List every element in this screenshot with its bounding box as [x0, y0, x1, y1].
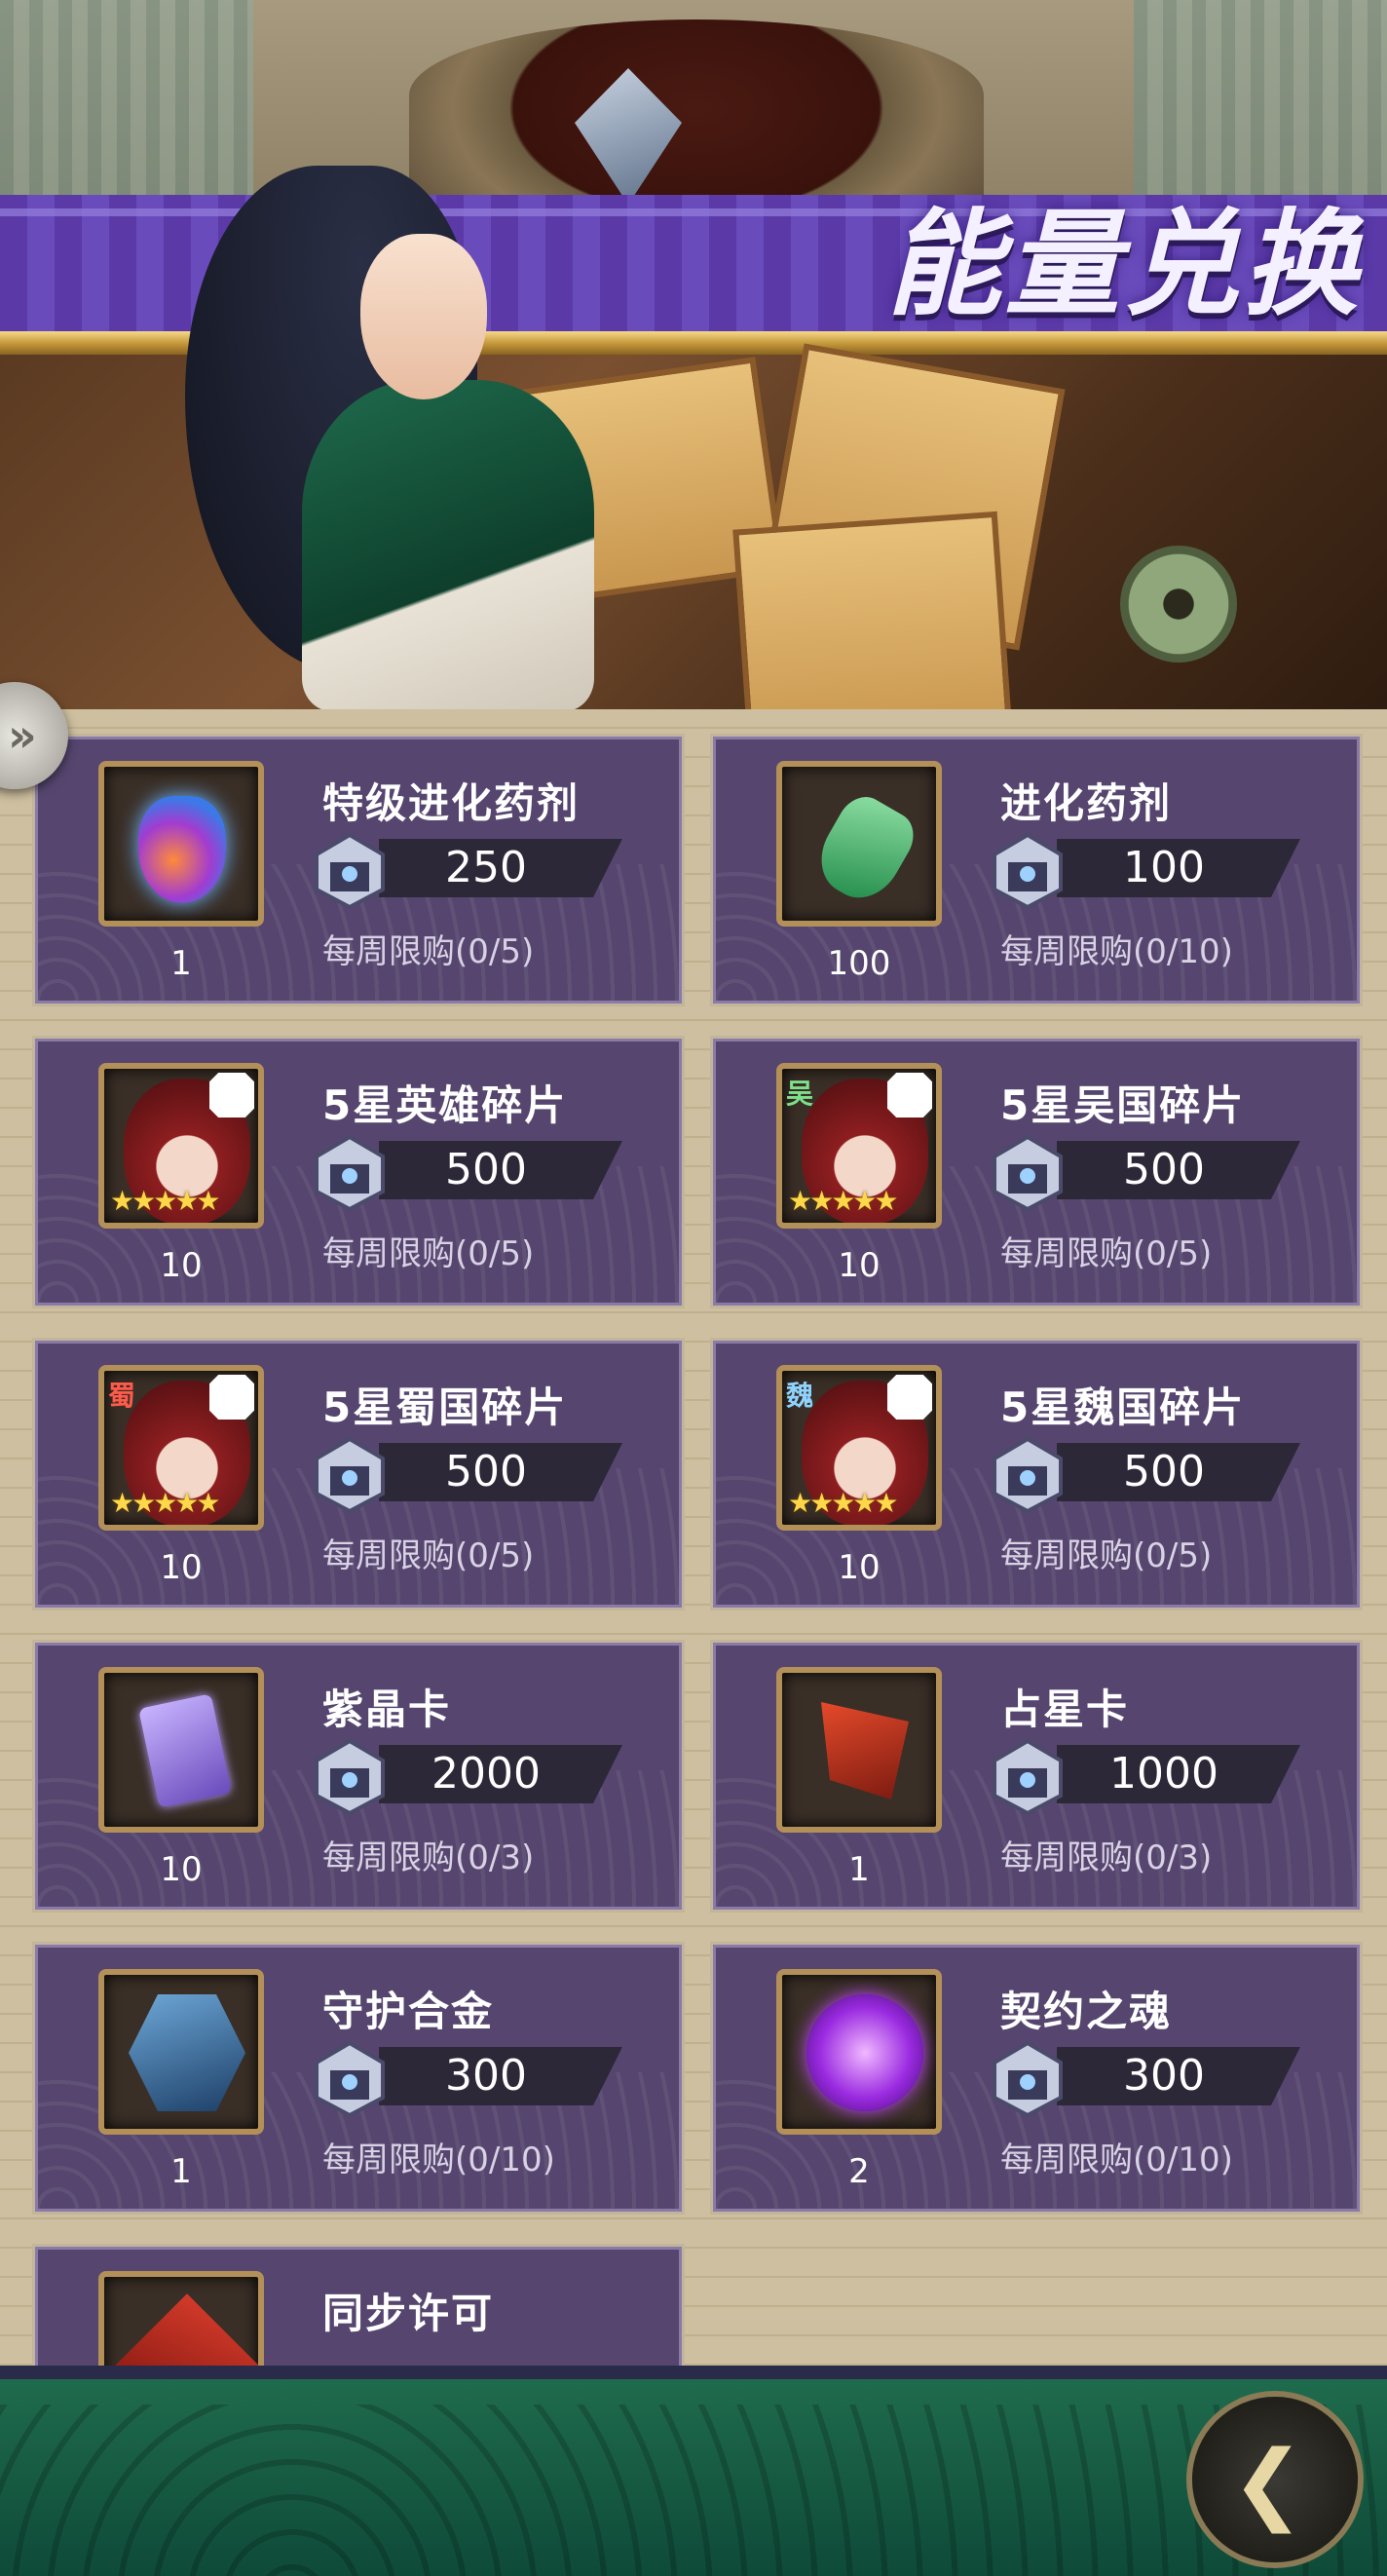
- weekly-limit: 每周限购(0/10): [1000, 2140, 1233, 2179]
- exchange-item-card[interactable]: 10 紫晶卡 2000 每周限购(0/3): [35, 1643, 682, 1910]
- evolution-potion-icon[interactable]: [776, 761, 942, 927]
- back-chevron-icon: ❮: [1231, 2432, 1305, 2534]
- item-name: 紫晶卡: [322, 1686, 452, 1733]
- exchange-item-card[interactable]: ★★★★★ 10 5星英雄碎片 500 每周限购(0/5): [35, 1039, 682, 1306]
- energy-chest-icon: [303, 1127, 396, 1213]
- weekly-limit: 每周限购(0/5): [1000, 1536, 1213, 1575]
- energy-chest-icon: [981, 1429, 1074, 1515]
- exchange-item-card[interactable]: 魏 ★★★★★ 10 5星魏国碎片 500 每周限购(0/5): [713, 1341, 1360, 1608]
- item-name: 特级进化药剂: [322, 779, 581, 827]
- item-price: 500: [1123, 1145, 1205, 1194]
- item-price: 2000: [431, 1749, 541, 1799]
- shard-puzzle-icon: [887, 1375, 932, 1420]
- item-name: 进化药剂: [1000, 779, 1173, 827]
- shop-banner: 能量兑换: [0, 0, 1387, 709]
- item-price: 500: [445, 1145, 527, 1194]
- weekly-limit: 每周限购(0/10): [1000, 932, 1233, 971]
- exchange-item-card[interactable]: 100 进化药剂 100 每周限购(0/10): [713, 737, 1360, 1004]
- weekly-limit: 每周限购(0/5): [322, 932, 535, 971]
- weekly-limit: 每周限购(0/10): [322, 2140, 555, 2179]
- exchange-item-card[interactable]: 1 占星卡 1000 每周限购(0/3): [713, 1643, 1360, 1910]
- page-title: 能量兑换: [885, 197, 1362, 331]
- item-quantity: 100: [827, 944, 891, 983]
- item-price: 100: [1123, 843, 1205, 892]
- wei-shard-icon[interactable]: 魏 ★★★★★: [776, 1365, 942, 1531]
- energy-chest-icon: [981, 1731, 1074, 1817]
- energy-chest-icon: [981, 1127, 1074, 1213]
- banner-coin-art: [1120, 546, 1237, 663]
- item-price: 300: [445, 2051, 527, 2101]
- star-rating: ★★★★★: [788, 1487, 899, 1519]
- item-quantity: 10: [160, 1850, 203, 1889]
- star-rating: ★★★★★: [110, 1487, 221, 1519]
- exchange-item-list[interactable]: 1 特级进化药剂 250 每周限购(0/5) 100 进化药剂 100 每周限购(0/10) ★…: [0, 709, 1387, 2366]
- faction-badge: 吴: [786, 1078, 814, 1110]
- shard-puzzle-icon: [887, 1073, 932, 1118]
- energy-chest-icon: [303, 1731, 396, 1817]
- exchange-item-card[interactable]: 蜀 ★★★★★ 10 5星蜀国碎片 500 每周限购(0/5): [35, 1341, 682, 1608]
- shard-puzzle-icon: [209, 1375, 254, 1420]
- item-quantity: 1: [170, 944, 192, 983]
- item-quantity: 1: [848, 1850, 870, 1889]
- exchange-item-card[interactable]: 吴 ★★★★★ 10 5星吴国碎片 500 每周限购(0/5): [713, 1039, 1360, 1306]
- exchange-item-card[interactable]: 同步许可: [35, 2247, 682, 2366]
- exchange-item-card[interactable]: 1 守护合金 300 每周限购(0/10): [35, 1945, 682, 2212]
- energy-chest-icon: [303, 1429, 396, 1515]
- item-name: 守护合金: [322, 1988, 495, 2035]
- item-name: 5星魏国碎片: [1000, 1383, 1246, 1431]
- hero-portrait: [156, 127, 614, 709]
- exchange-item-card[interactable]: 1 特级进化药剂 250 每周限购(0/5): [35, 737, 682, 1004]
- super-evolution-potion-icon[interactable]: [98, 761, 264, 927]
- hero-body: [302, 380, 594, 709]
- item-quantity: 10: [838, 1246, 881, 1285]
- energy-chest-icon: [303, 825, 396, 911]
- item-name: 占星卡: [1000, 1686, 1130, 1733]
- item-name: 5星蜀国碎片: [322, 1383, 568, 1431]
- star-rating: ★★★★★: [788, 1185, 899, 1217]
- item-quantity: 1: [170, 2152, 192, 2191]
- faction-badge: 魏: [786, 1380, 814, 1412]
- shu-shard-icon[interactable]: 蜀 ★★★★★: [98, 1365, 264, 1531]
- item-price: 500: [445, 1447, 527, 1496]
- item-quantity: 10: [160, 1548, 203, 1587]
- exchange-item-card[interactable]: 2 契约之魂 300 每周限购(0/10): [713, 1945, 1360, 2212]
- guardian-alloy-icon[interactable]: [98, 1969, 264, 2135]
- weekly-limit: 每周限购(0/5): [1000, 1234, 1213, 1273]
- faction-badge: 蜀: [108, 1380, 136, 1412]
- hero-face: [360, 234, 487, 399]
- bottom-bar: [0, 2366, 1387, 2576]
- weekly-limit: 每周限购(0/5): [322, 1536, 535, 1575]
- energy-chest-icon: [303, 2033, 396, 2119]
- item-price: 300: [1123, 2051, 1205, 2101]
- hero-shard-icon[interactable]: ★★★★★: [98, 1063, 264, 1229]
- weekly-limit: 每周限购(0/3): [322, 1838, 535, 1877]
- item-quantity: 10: [160, 1246, 203, 1285]
- item-price: 500: [1123, 1447, 1205, 1496]
- item-quantity: 10: [838, 1548, 881, 1587]
- item-price: 250: [445, 843, 527, 892]
- wu-shard-icon[interactable]: 吴 ★★★★★: [776, 1063, 942, 1229]
- item-quantity: 2: [848, 2152, 870, 2191]
- item-name: 契约之魂: [1000, 1988, 1173, 2035]
- amethyst-card-icon[interactable]: [98, 1667, 264, 1833]
- item-name: 同步许可: [322, 2290, 495, 2337]
- back-button[interactable]: ❮: [1192, 2397, 1358, 2562]
- shard-puzzle-icon: [209, 1073, 254, 1118]
- energy-chest-icon: [981, 825, 1074, 911]
- item-price: 1000: [1109, 1749, 1218, 1799]
- astrology-card-icon[interactable]: [776, 1667, 942, 1833]
- weekly-limit: 每周限购(0/3): [1000, 1838, 1213, 1877]
- item-name: 5星英雄碎片: [322, 1081, 568, 1129]
- weekly-limit: 每周限购(0/5): [322, 1234, 535, 1273]
- star-rating: ★★★★★: [110, 1185, 221, 1217]
- sync-permit-icon[interactable]: [98, 2271, 264, 2366]
- item-name: 5星吴国碎片: [1000, 1081, 1246, 1129]
- energy-chest-icon: [981, 2033, 1074, 2119]
- banner-card-art: [732, 511, 1013, 709]
- double-chevron-right-icon: »: [8, 709, 37, 762]
- contract-soul-icon[interactable]: [776, 1969, 942, 2135]
